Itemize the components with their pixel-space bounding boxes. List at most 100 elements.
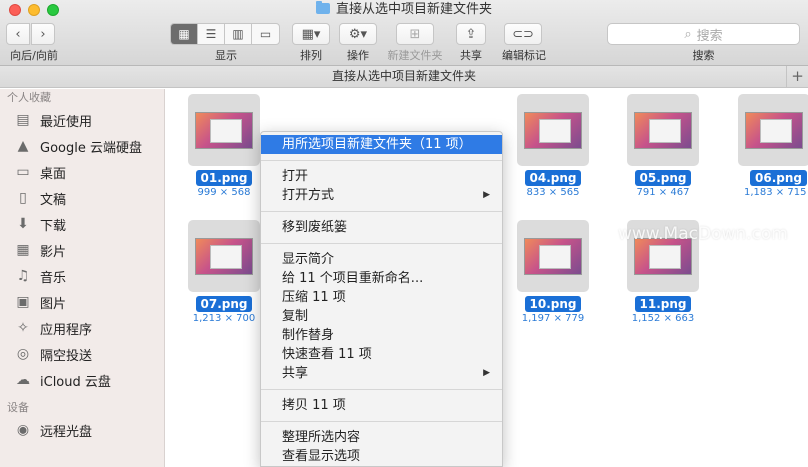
menu-item-move-to-trash[interactable]: 移到废纸篓 (261, 218, 502, 237)
menu-item-make-alias[interactable]: 制作替身 (261, 326, 502, 345)
list-view-button[interactable]: ☰ (198, 24, 225, 44)
menu-item-quick-look[interactable]: 快速查看 11 项 (261, 345, 502, 364)
folder-icon (315, 1, 330, 14)
file-thumbnail (188, 94, 260, 166)
search-icon: ⌕ (684, 26, 692, 42)
sidebar-item-label: 隔空投送 (40, 348, 93, 364)
window-title: 直接从选中项目新建文件夹 (335, 2, 492, 17)
file-item[interactable]: 04.png 833 × 565 (498, 94, 608, 198)
menu-item-compress[interactable]: 压缩 11 项 (261, 288, 502, 307)
path-bar: 直接从选中项目新建文件夹 + (0, 66, 808, 88)
menu-separator (261, 389, 502, 390)
new-folder-button[interactable]: ⊞ (396, 23, 434, 45)
file-name: 10.png (524, 296, 582, 312)
nav-label: 向后/向前 (10, 49, 58, 62)
applications-icon: ✧ (17, 320, 29, 336)
file-thumbnail (517, 220, 589, 292)
menu-item-open[interactable]: 打开 (261, 167, 502, 186)
menu-item-show-view-options[interactable]: 查看显示选项 (261, 447, 502, 466)
sidebar-item-documents[interactable]: ▯ 文稿 (0, 185, 164, 211)
sidebar-item-pictures[interactable]: ▣ 图片 (0, 289, 164, 315)
desktop-icon: ▭ (16, 164, 30, 180)
menu-item-new-folder-with-selection[interactable]: 用所选项目新建文件夹（11 项） (261, 135, 502, 154)
share-button[interactable]: ⇪ (456, 23, 486, 45)
menu-item-duplicate[interactable]: 复制 (261, 307, 502, 326)
sidebar-item-recents[interactable]: ▤ 最近使用 (0, 107, 164, 133)
sidebar-item-music[interactable]: ♫ 音乐 (0, 263, 164, 289)
arrange-button[interactable]: ▦▾ (292, 23, 330, 45)
arrange-label: 排列 (300, 49, 322, 62)
google-drive-icon: ▲ (17, 138, 29, 154)
new-folder-label: 新建文件夹 (387, 49, 443, 62)
menu-item-copy[interactable]: 拷贝 11 项 (261, 396, 502, 415)
file-name: 05.png (634, 170, 692, 186)
sidebar: 个人收藏 ▤ 最近使用 ▲ Google 云端硬盘 ▭ 桌面 ▯ 文稿 ⬇ 下载 ▦ 影片 … (0, 89, 165, 467)
sidebar-item-label: 音乐 (40, 270, 67, 286)
window-title-bar: 直接从选中项目新建文件夹 (0, 1, 808, 19)
sidebar-item-applications[interactable]: ✧ 应用程序 (0, 315, 164, 341)
recents-icon: ▤ (16, 112, 30, 128)
watermark-text: www.MacDown.com (618, 224, 788, 244)
sidebar-item-label: 远程光盘 (40, 424, 93, 440)
sidebar-item-movies[interactable]: ▦ 影片 (0, 237, 164, 263)
macdown-logo-icon (590, 222, 612, 244)
sidebar-item-label: 图片 (40, 296, 67, 312)
sidebar-item-label: 下载 (40, 218, 67, 234)
sidebar-item-label: 桌面 (40, 166, 67, 182)
sidebar-item-remote-disc[interactable]: ◉ 远程光盘 (0, 417, 164, 443)
file-thumbnail (627, 94, 699, 166)
search-field[interactable]: ⌕ 搜索 (607, 23, 800, 45)
file-dimensions: 1,152 × 663 (631, 313, 695, 324)
submenu-arrow-icon: ▶ (483, 368, 490, 378)
view-label: 显示 (215, 49, 237, 62)
submenu-arrow-icon: ▶ (483, 190, 490, 200)
menu-item-get-info[interactable]: 显示简介 (261, 250, 502, 269)
file-name: 07.png (195, 296, 253, 312)
file-dimensions: 1,197 × 779 (521, 313, 585, 324)
sidebar-item-icloud[interactable]: ☁ iCloud 云盘 (0, 367, 164, 393)
sidebar-item-downloads[interactable]: ⬇ 下载 (0, 211, 164, 237)
column-view-button[interactable]: ▥ (225, 24, 252, 44)
menu-item-open-with[interactable]: 打开方式 ▶ (261, 186, 502, 205)
menu-item-label: 打开方式 (282, 188, 335, 203)
menu-separator (261, 211, 502, 212)
forward-button[interactable]: › (31, 23, 55, 45)
gear-icon: ⚙▾ (348, 26, 368, 42)
share-icon: ⇪ (465, 26, 477, 42)
airdrop-icon: ◎ (16, 346, 30, 362)
new-folder-icon: ⊞ (409, 26, 421, 42)
path-bar-title: 直接从选中项目新建文件夹 (331, 69, 476, 83)
file-dimensions: 1,183 × 715 (744, 187, 807, 198)
menu-item-clean-up-selection[interactable]: 整理所选内容 (261, 428, 502, 447)
sidebar-item-label: iCloud 云盘 (40, 374, 111, 390)
icon-view-button[interactable]: ▦ (171, 24, 198, 44)
sidebar-item-label: 影片 (40, 244, 67, 260)
back-button[interactable]: ‹ (6, 23, 30, 45)
file-item[interactable]: 06.png 1,183 × 715 (697, 94, 808, 198)
search-placeholder: 搜索 (696, 28, 723, 44)
downloads-icon: ⬇ (17, 216, 29, 232)
action-button[interactable]: ⚙▾ (339, 23, 377, 45)
watermark: www.MacDown.com (590, 222, 788, 244)
sidebar-item-desktop[interactable]: ▭ 桌面 (0, 159, 164, 185)
screenshot-image (634, 111, 692, 149)
icloud-icon: ☁ (16, 372, 30, 388)
add-tab-button[interactable]: + (786, 66, 808, 87)
gallery-view-button[interactable]: ▭ (252, 24, 279, 44)
file-name: 04.png (524, 170, 582, 186)
sidebar-item-google-drive[interactable]: ▲ Google 云端硬盘 (0, 133, 164, 159)
file-name: 06.png (750, 170, 807, 186)
favorites-header: 个人收藏 (7, 91, 51, 104)
edit-tags-button[interactable]: ⊂⊃ (504, 23, 542, 45)
menu-item-rename[interactable]: 给 11 个项目重新命名... (261, 269, 502, 288)
file-dimensions: 833 × 565 (526, 187, 580, 198)
action-label: 操作 (347, 49, 369, 62)
menu-item-share[interactable]: 共享 ▶ (261, 364, 502, 383)
sidebar-item-label: 最近使用 (40, 114, 93, 130)
search-label: 搜索 (692, 49, 715, 62)
tag-icon: ⊂⊃ (512, 26, 534, 42)
sidebar-item-airdrop[interactable]: ◎ 隔空投送 (0, 341, 164, 367)
file-thumbnail (188, 220, 260, 292)
file-name: 01.png (195, 170, 253, 186)
menu-separator (261, 160, 502, 161)
